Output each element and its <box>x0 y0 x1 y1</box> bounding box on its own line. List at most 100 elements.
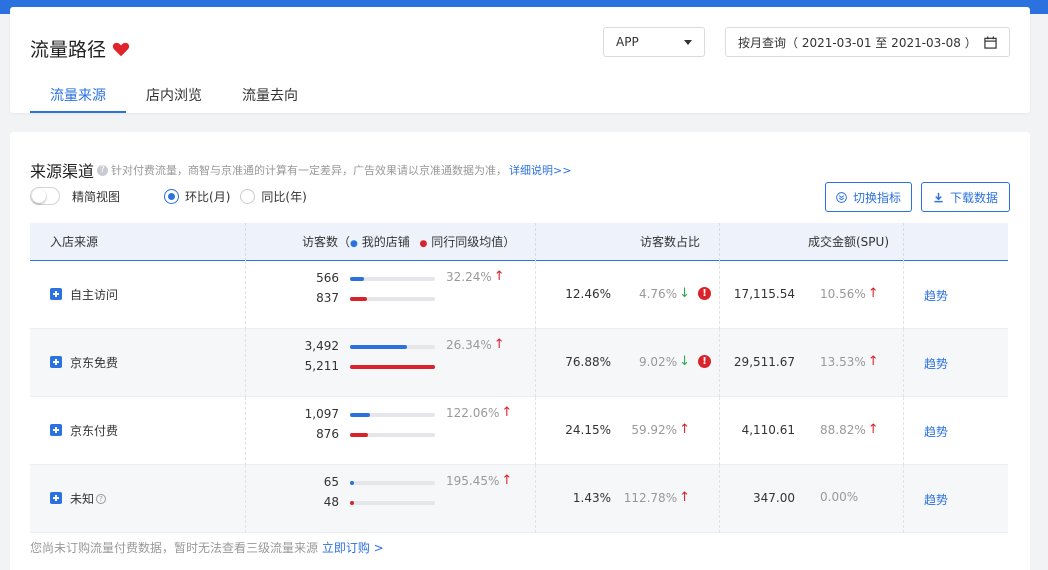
share-change-value: 9.02% <box>638 354 678 369</box>
sales-change: 0.00% <box>820 490 858 504</box>
arrow-down-icon: ↓ <box>679 354 690 369</box>
cell-action: 趋势 <box>904 397 1008 465</box>
cell-visitors: 3,492 5,211 26.34% ↑ <box>246 329 536 397</box>
cell-sales: 4,110.61 88.82% ↑ <box>720 397 904 465</box>
table-header: 入店来源 访客数（● 我的店铺 ● 同行同级均值） 访客数占比 成交金额(SPU… <box>30 223 1008 261</box>
download-data-button[interactable]: 下载数据 <box>921 182 1010 212</box>
visitors-mine: 65 <box>323 475 339 489</box>
visitors-change-value: 32.24% <box>446 269 492 284</box>
arrow-up-icon: ↑ <box>679 422 690 437</box>
header-source: 入店来源 <box>30 223 246 261</box>
cell-share: 1.43% 112.78% ↑ <box>536 465 720 533</box>
radio-mom[interactable] <box>164 188 180 204</box>
expand-plus-icon[interactable] <box>50 356 62 368</box>
header-card: 流量路径 APP 按月查询（ 2021-03-01 至 2021-03-08 ）… <box>10 7 1030 113</box>
peer-bar-fill <box>350 365 435 369</box>
peer-bar-track <box>350 365 435 369</box>
peer-bar-fill <box>350 297 367 301</box>
arrow-up-icon: ↑ <box>679 490 690 505</box>
heart-icon[interactable] <box>112 41 130 57</box>
subscribe-link[interactable]: 立即订购 > <box>322 541 384 555</box>
platform-select-value: APP <box>616 35 639 49</box>
source-name-text: 京东免费 <box>70 356 119 370</box>
arrow-up-icon: ↑ <box>867 422 879 437</box>
visitors-peer: 837 <box>316 291 339 305</box>
tab-traffic-source[interactable]: 流量来源 <box>30 81 126 113</box>
table-row: 未知? 65 48 195.45% ↑ 1.43% 112.78% ↑ 347.00 0.00% 趋… <box>30 465 1008 533</box>
visitors-change-value: 122.06% <box>446 405 500 420</box>
chevron-down-icon <box>684 39 692 45</box>
arrow-up-icon: ↑ <box>867 354 879 369</box>
share-change: 4.76% ↓ <box>638 286 690 301</box>
share-change-value: 112.78% <box>623 490 678 505</box>
trend-link[interactable]: 趋势 <box>924 423 948 440</box>
source-name-text: 未知 <box>70 492 95 506</box>
peer-bar-track <box>350 501 435 505</box>
sales-amount: 4,110.61 <box>741 423 795 437</box>
mine-bar-fill <box>350 413 371 417</box>
peer-bar-fill <box>350 433 368 437</box>
footer-note: 您尚未订购流量付费数据，暂时无法查看三级流量来源 立即订购 > <box>30 539 384 556</box>
header-visitors-close: ） <box>503 235 516 249</box>
visitors-peer: 48 <box>323 495 339 509</box>
header-visitors: 访客数（● 我的店铺 ● 同行同级均值） <box>246 223 536 261</box>
warning-icon[interactable]: ! <box>698 355 711 368</box>
visitors-mine: 1,097 <box>304 407 339 421</box>
peer-bar-track <box>350 433 435 437</box>
peer-dot-icon: ● <box>419 239 428 249</box>
source-table: 入店来源 访客数（● 我的店铺 ● 同行同级均值） 访客数占比 成交金额(SPU… <box>30 223 1008 533</box>
peer-bar-track <box>350 297 435 301</box>
download-data-label: 下载数据 <box>949 190 998 205</box>
share-change-value: 4.76% <box>638 286 678 301</box>
details-link[interactable]: 详细说明>> <box>509 162 571 178</box>
cell-action: 趋势 <box>904 329 1008 397</box>
trend-link[interactable]: 趋势 <box>924 355 948 372</box>
visitors-peer: 876 <box>316 427 339 441</box>
visitors-change: 122.06% ↑ <box>446 405 512 420</box>
visitor-share: 24.15% <box>565 423 611 437</box>
source-channel-card: 来源渠道 ? 针对付费流量，商智与京准通的计算有一定差异，广告效果请以京准通数据… <box>10 132 1030 570</box>
switch-metrics-button[interactable]: 切换指标 <box>825 182 912 212</box>
cell-source: 未知? <box>30 465 246 533</box>
warning-icon[interactable]: ! <box>698 287 711 300</box>
expand-plus-icon[interactable] <box>50 424 62 436</box>
expand-plus-icon[interactable] <box>50 288 62 300</box>
tab-traffic-destination[interactable]: 流量去向 <box>222 81 318 113</box>
source-name: 自主访问 <box>70 286 118 303</box>
help-icon[interactable]: ? <box>96 493 107 504</box>
table-row: 京东免费 3,492 5,211 26.34% ↑ 76.88% 9.02% ↓! 29,511… <box>30 329 1008 397</box>
info-icon: ? <box>97 164 109 176</box>
date-range-value: 按月查询（ 2021-03-01 至 2021-03-08 ） <box>738 35 977 50</box>
cell-share: 24.15% 59.92% ↑ <box>536 397 720 465</box>
mine-bar-track <box>350 413 435 417</box>
cell-share: 12.46% 4.76% ↓! <box>536 261 720 329</box>
share-change: 59.92% ↑ <box>631 422 690 437</box>
visitor-share: 12.46% <box>565 287 611 301</box>
arrow-up-icon: ↑ <box>501 405 513 420</box>
platform-select[interactable]: APP <box>603 27 705 57</box>
header-visitors-label: 访客数（ <box>302 235 351 249</box>
expand-plus-icon[interactable] <box>50 492 62 504</box>
simple-view-toggle[interactable] <box>30 187 60 205</box>
cell-sales: 347.00 0.00% <box>720 465 904 533</box>
legend-peer: 同行同级均值 <box>431 235 504 249</box>
trend-link[interactable]: 趋势 <box>924 287 948 304</box>
mine-dot-icon: ● <box>350 239 358 249</box>
table-body: 自主访问 566 837 32.24% ↑ 12.46% 4.76% ↓! 17,115.54 1… <box>30 261 1008 533</box>
sales-change-value: 0.00% <box>820 490 859 504</box>
arrow-up-icon: ↑ <box>867 286 879 301</box>
radio-mom-label: 环比(月) <box>185 189 231 204</box>
cell-action: 趋势 <box>904 465 1008 533</box>
view-controls: 精简视图 环比(月) 同比(年) <box>30 187 307 205</box>
legend-my-store: 我的店铺 <box>361 235 410 249</box>
visitors-change: 195.45% ↑ <box>446 473 512 488</box>
trend-link[interactable]: 趋势 <box>924 491 948 508</box>
sales-amount: 347.00 <box>753 491 795 505</box>
source-name: 京东免费 <box>70 354 118 371</box>
visitors-change-value: 26.34% <box>446 337 492 352</box>
date-range-picker[interactable]: 按月查询（ 2021-03-01 至 2021-03-08 ） <box>725 27 1010 57</box>
radio-yoy[interactable] <box>240 188 256 204</box>
mine-bar-track <box>350 345 435 349</box>
tab-in-store-browse[interactable]: 店内浏览 <box>126 81 222 113</box>
visitors-change-value: 195.45% <box>446 473 500 488</box>
